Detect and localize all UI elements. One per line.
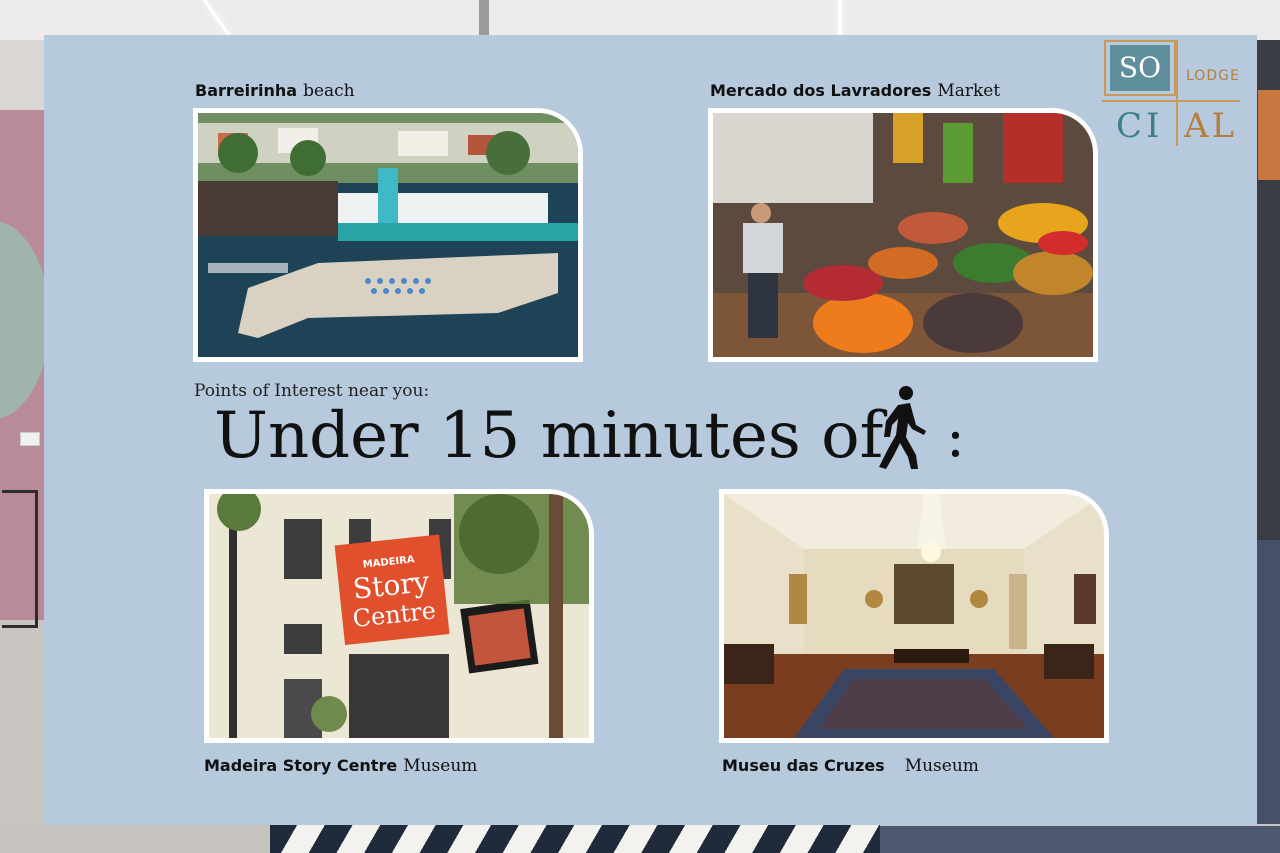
floor <box>0 620 44 853</box>
place-type: Museum <box>904 756 979 776</box>
place-name: Madeira Story Centre <box>204 756 398 775</box>
place-name: Barreirinha <box>195 81 298 100</box>
shelf <box>2 490 38 628</box>
logo-so: SO <box>1110 45 1170 91</box>
poster: SO LODGE CI AL Barreirinha beach Mercado… <box>44 35 1257 825</box>
wall-accent <box>1258 90 1280 180</box>
wall-outlet <box>20 432 40 446</box>
headline: Under 15 minutes of <box>214 399 884 473</box>
museu-das-cruzes-photo <box>724 494 1104 738</box>
mercado-market-photo <box>713 113 1093 357</box>
sofa <box>880 826 1280 853</box>
photo-frame-museu-cruzes <box>719 489 1109 743</box>
place-type: beach <box>303 81 355 101</box>
logo-divider <box>1102 100 1240 102</box>
ceiling-light <box>838 0 842 36</box>
place-caption-barreirinha: Barreirinha beach <box>195 81 355 101</box>
place-name: Mercado dos Lavradores <box>710 81 932 100</box>
poi-label: Points of Interest near you: <box>194 381 430 401</box>
photo-frame-mercado <box>708 108 1098 362</box>
place-type: Museum <box>403 756 478 776</box>
logo-divider <box>1176 40 1178 146</box>
logo-al: AL <box>1184 106 1238 146</box>
place-type: Market <box>937 81 1001 101</box>
madeira-story-centre-photo: MADEIRA Story Centre <box>209 494 589 738</box>
walking-person-icon <box>879 386 926 469</box>
photo-frame-barreirinha <box>193 108 583 362</box>
photo-frame-story-centre: MADEIRA Story Centre <box>204 489 594 743</box>
ceiling <box>0 0 1280 40</box>
place-caption-mercado: Mercado dos Lavradores Market <box>710 81 1000 101</box>
place-caption-museu-cruzes: Museu das Cruzes Museum <box>722 756 979 776</box>
pole <box>479 0 489 40</box>
barreirinha-beach-photo <box>198 113 578 357</box>
logo-lodge: LODGE <box>1186 68 1240 84</box>
place-name: Museu das Cruzes <box>722 756 885 775</box>
logo-ci: CI <box>1116 106 1164 146</box>
headline-colon: : <box>946 405 965 470</box>
striped-rug <box>270 824 880 853</box>
so-cial-lodge-logo: SO LODGE CI AL <box>1102 40 1242 150</box>
place-caption-story-centre: Madeira Story Centre Museum <box>204 756 477 776</box>
